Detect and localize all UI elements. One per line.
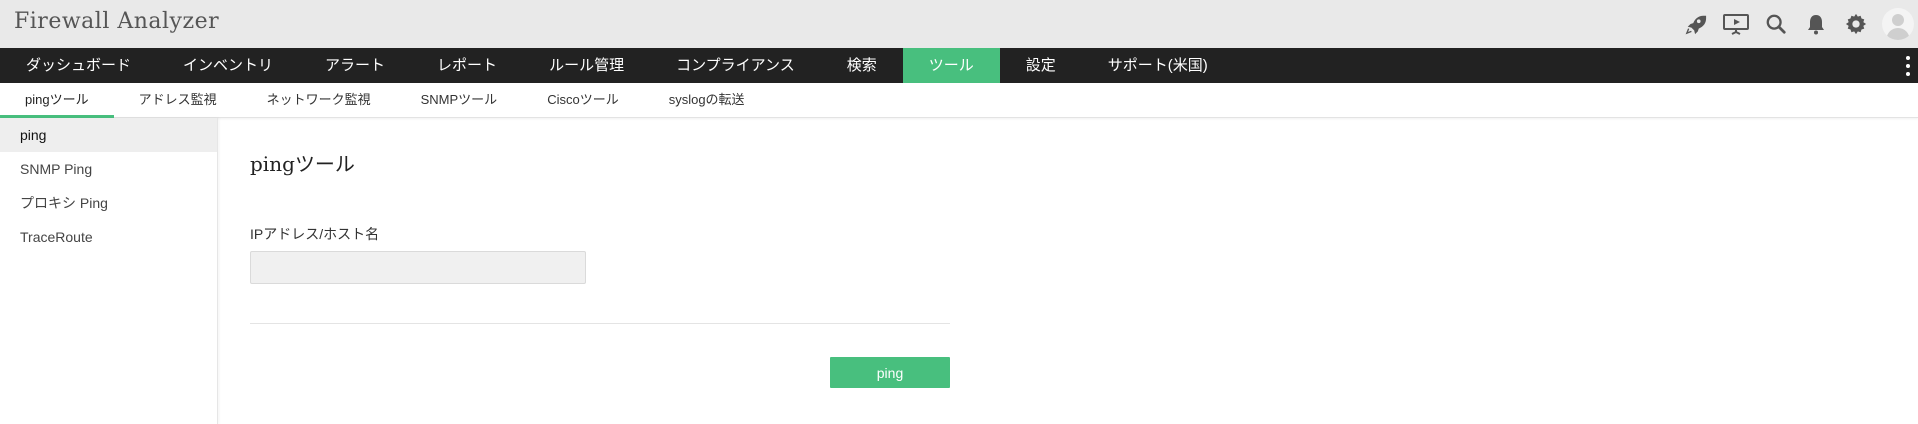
- nav-compliance[interactable]: コンプライアンス: [650, 48, 821, 83]
- sidebar-item-snmp-ping[interactable]: SNMP Ping: [0, 152, 217, 186]
- nav-dashboard[interactable]: ダッシュボード: [0, 48, 157, 83]
- tab-cisco-tool[interactable]: Ciscoツール: [522, 83, 644, 118]
- nav-reports[interactable]: レポート: [411, 48, 523, 83]
- ip-host-input[interactable]: [250, 251, 586, 284]
- rocket-icon[interactable]: [1676, 0, 1716, 48]
- header-icons: [1676, 0, 1918, 48]
- top-header: Firewall Analyzer: [0, 0, 1918, 48]
- gear-icon[interactable]: [1836, 0, 1876, 48]
- divider: [250, 323, 950, 324]
- nav-alerts[interactable]: アラート: [299, 48, 411, 83]
- nav-tools[interactable]: ツール: [902, 48, 1000, 83]
- nav-search[interactable]: 検索: [821, 48, 903, 83]
- main-navigation: ダッシュボード インベントリ アラート レポート ルール管理 コンプライアンス …: [0, 48, 1918, 83]
- sidebar: ping SNMP Ping プロキシ Ping TraceRoute: [0, 118, 218, 424]
- sub-navigation: pingツール アドレス監視 ネットワーク監視 SNMPツール Ciscoツール…: [0, 83, 1918, 118]
- presentation-icon[interactable]: [1716, 0, 1756, 48]
- tab-ping-tool[interactable]: pingツール: [0, 83, 114, 118]
- tab-syslog-forward[interactable]: syslogの転送: [644, 83, 770, 118]
- user-avatar-icon[interactable]: [1882, 8, 1914, 40]
- ping-button[interactable]: ping: [830, 357, 950, 388]
- tab-address-monitor[interactable]: アドレス監視: [114, 83, 242, 118]
- sidebar-item-ping[interactable]: ping: [0, 118, 217, 152]
- nav-settings[interactable]: 設定: [1000, 48, 1082, 83]
- ip-host-label: IPアドレス/ホスト名: [250, 226, 380, 242]
- sidebar-item-traceroute[interactable]: TraceRoute: [0, 220, 217, 254]
- tab-snmp-tool[interactable]: SNMPツール: [396, 83, 523, 118]
- page-title: pingツール: [250, 152, 355, 176]
- tab-network-monitor[interactable]: ネットワーク監視: [242, 83, 396, 118]
- main-content: pingツール IPアドレス/ホスト名 ping: [250, 118, 950, 424]
- search-icon[interactable]: [1756, 0, 1796, 48]
- nav-support[interactable]: サポート(米国): [1082, 48, 1234, 83]
- nav-inventory[interactable]: インベントリ: [157, 48, 299, 83]
- app-title: Firewall Analyzer: [14, 9, 220, 34]
- more-vertical-icon[interactable]: [1906, 56, 1910, 76]
- sidebar-item-proxy-ping[interactable]: プロキシ Ping: [0, 186, 217, 220]
- nav-rule-management[interactable]: ルール管理: [523, 48, 650, 83]
- bell-icon[interactable]: [1796, 0, 1836, 48]
